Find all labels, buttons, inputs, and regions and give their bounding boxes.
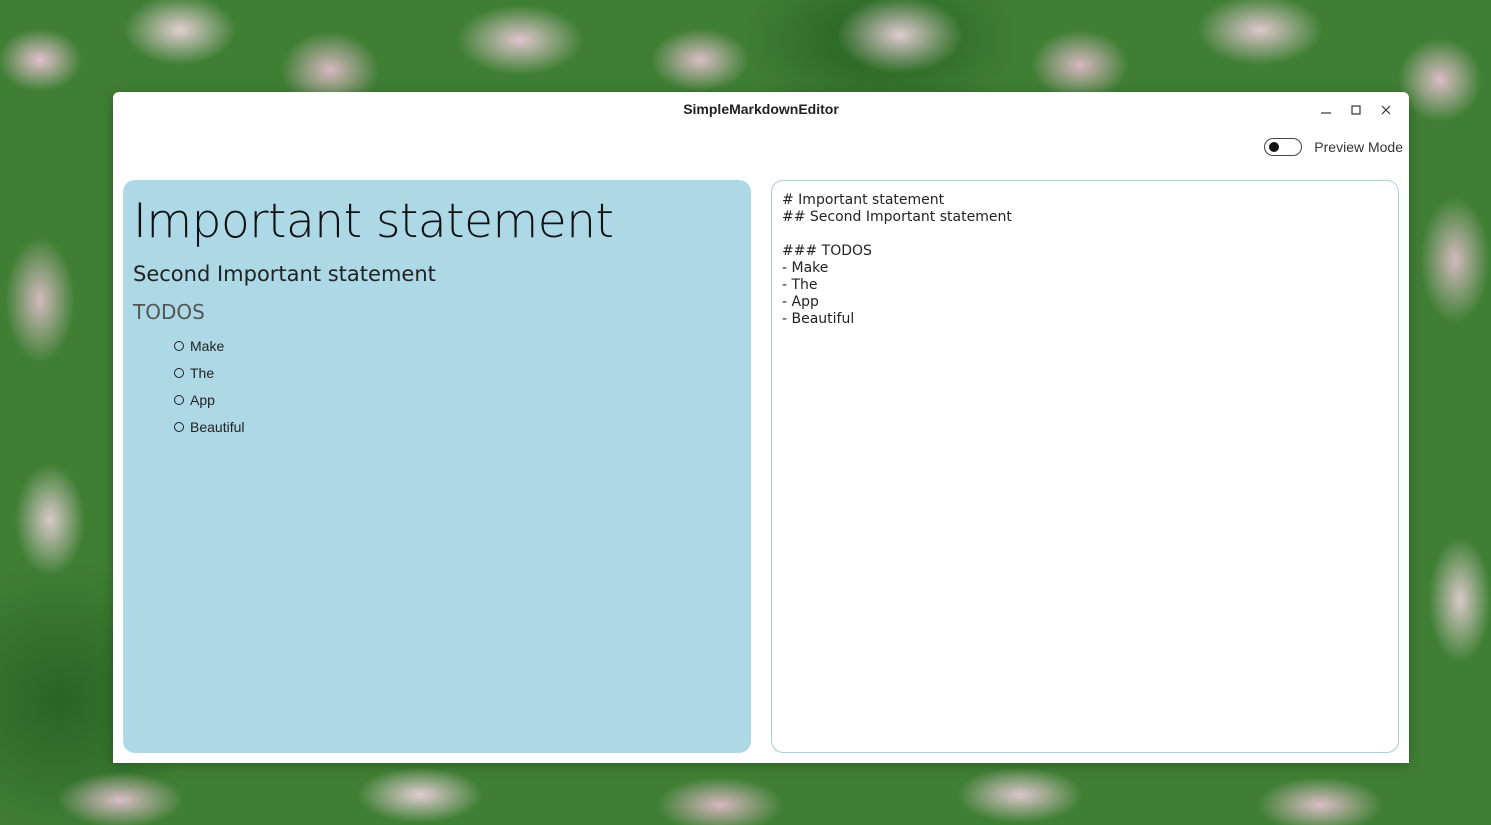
- window-controls: [1311, 100, 1401, 120]
- circle-bullet-icon: [174, 340, 184, 351]
- editor-text: # Important statement ## Second Important…: [782, 192, 1388, 328]
- preview-mode-label: Preview Mode: [1314, 139, 1403, 155]
- editor-line: - Make: [782, 260, 829, 276]
- close-icon: [1381, 105, 1391, 115]
- editor-line: - Beautiful: [782, 311, 855, 327]
- markdown-preview: Important statement Second Important sta…: [123, 180, 751, 753]
- toggle-knob: [1269, 142, 1280, 152]
- toolbar: Preview Mode: [1264, 138, 1403, 156]
- maximize-button[interactable]: [1341, 100, 1371, 120]
- list-item: Make: [174, 332, 741, 359]
- list-item-label: App: [190, 391, 215, 408]
- list-item: App: [174, 386, 741, 413]
- list-item-label: The: [190, 364, 215, 381]
- editor-line: ​: [782, 226, 1388, 243]
- preview-mode-toggle[interactable]: [1264, 138, 1303, 156]
- maximize-icon: [1351, 105, 1361, 115]
- preview-heading-3: TODOS: [133, 300, 205, 324]
- editor-line: ## Second Important statement: [782, 209, 1012, 225]
- window-title: SimpleMarkdownEditor: [683, 101, 839, 117]
- close-button[interactable]: [1371, 100, 1401, 120]
- editor-line: # Important statement: [782, 192, 945, 208]
- circle-bullet-icon: [174, 421, 184, 432]
- list-item: The: [174, 359, 741, 386]
- app-window: SimpleMarkdownEditor Preview Mode Import…: [113, 92, 1409, 763]
- minimize-button[interactable]: [1311, 100, 1341, 120]
- editor-line: ### TODOS: [782, 243, 872, 259]
- preview-heading-2: Second Important statement: [133, 262, 436, 286]
- markdown-editor[interactable]: # Important statement ## Second Important…: [771, 180, 1399, 753]
- list-item: Beautiful: [174, 413, 741, 440]
- circle-bullet-icon: [174, 394, 184, 405]
- preview-heading-1: Important statement: [133, 194, 614, 249]
- circle-bullet-icon: [174, 367, 184, 378]
- preview-todo-list: Make The App Beautiful: [133, 332, 741, 440]
- editor-line: - App: [782, 294, 819, 310]
- editor-line: - The: [782, 277, 818, 293]
- title-bar[interactable]: SimpleMarkdownEditor: [113, 92, 1409, 128]
- minimize-icon: [1321, 112, 1331, 114]
- list-item-label: Beautiful: [190, 418, 245, 435]
- list-item-label: Make: [190, 337, 225, 354]
- desktop: { "window": { "title": "SimpleMarkdownEd…: [0, 0, 1491, 825]
